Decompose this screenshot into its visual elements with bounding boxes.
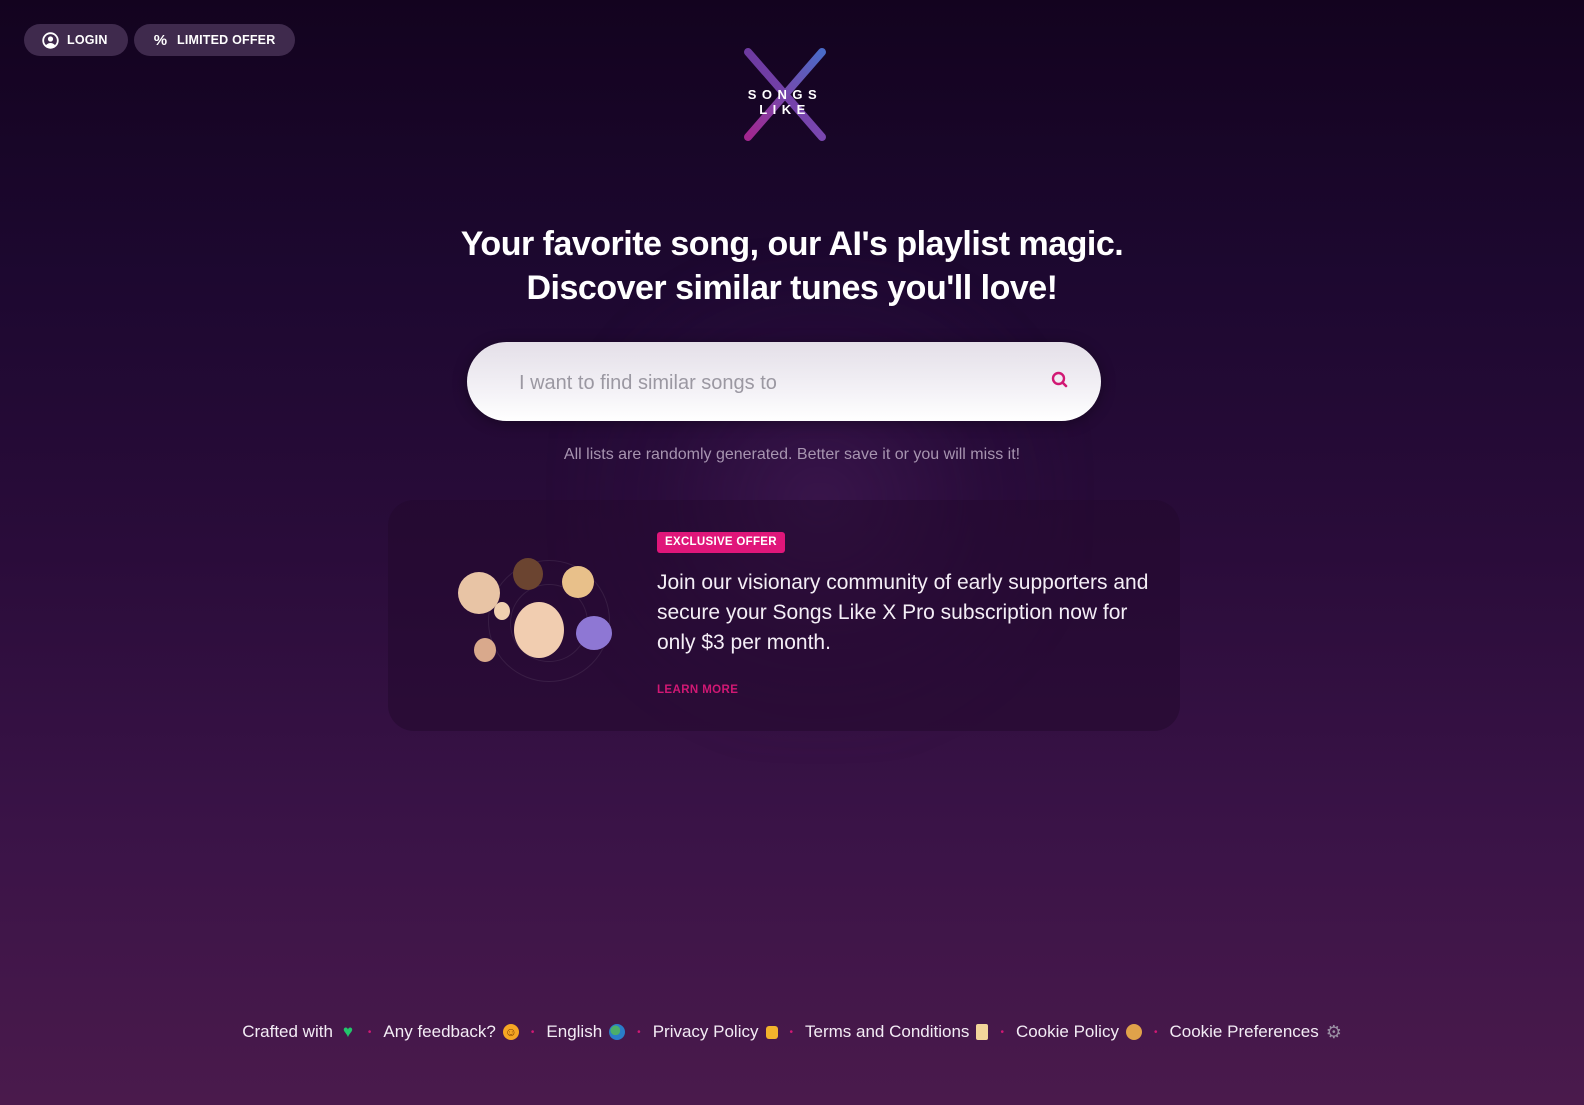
footer-feedback-link[interactable]: Any feedback? ☺ [383,1022,519,1042]
lock-icon: 🔒 [765,1025,778,1039]
footer-separator: • [789,1026,794,1038]
hero-line-2: Discover similar tunes you'll love! [526,269,1059,307]
percent-icon: % [153,31,168,49]
footer-separator: • [1153,1026,1158,1038]
hero-headline: Your favorite song, our AI's playlist ma… [0,222,1584,310]
exclusive-offer-badge: EXCLUSIVE OFFER [657,532,785,553]
offer-card: EXCLUSIVE OFFER Join our visionary commu… [388,500,1180,731]
gear-icon: ⚙ [1325,1021,1342,1042]
songs-like-x-logo[interactable]: SONGS LIKE [718,44,852,144]
search-input[interactable] [517,362,1021,404]
search-icon[interactable] [1049,369,1071,391]
footer-cookie-policy-link[interactable]: Cookie Policy ● [1016,1022,1142,1042]
footer: Crafted with ♥ • Any feedback? ☺ • Engli… [0,1022,1584,1042]
login-label: LOGIN [67,33,108,47]
footer-privacy-policy-link[interactable]: Privacy Policy 🔒 [653,1022,778,1042]
footer-language-selector[interactable]: English ● [546,1022,626,1042]
logo-wordmark: SONGS LIKE [747,87,823,117]
learn-more-link[interactable]: LEARN MORE [657,684,738,696]
scroll-icon: ▯ [976,1024,989,1040]
green-heart-icon: ♥ [342,1022,353,1041]
footer-separator: • [367,1026,372,1038]
user-circle-icon [42,31,59,49]
offer-description: Join our visionary community of early su… [657,571,1149,654]
limited-offer-button[interactable]: % LIMITED OFFER [134,24,296,56]
memoji-community-image [458,550,628,690]
limited-offer-label: LIMITED OFFER [177,33,276,47]
footer-separator: • [530,1026,535,1038]
footer-cookie-preferences-link[interactable]: Cookie Preferences ⚙ [1169,1022,1341,1042]
globe-icon: ● [609,1024,626,1040]
login-button[interactable]: LOGIN [24,24,128,56]
footer-separator: • [637,1026,641,1038]
footer-crafted-with: Crafted with ♥ [242,1022,356,1042]
search-bar [467,342,1101,421]
hugging-face-icon: ☺ [502,1024,519,1040]
hero-line-1: Your favorite song, our AI's playlist ma… [460,225,1124,263]
cookie-icon: ● [1125,1024,1142,1040]
footer-separator: • [1000,1026,1004,1038]
footer-terms-link[interactable]: Terms and Conditions ▯ [805,1022,989,1042]
random-lists-note: All lists are randomly generated. Better… [563,446,1021,463]
